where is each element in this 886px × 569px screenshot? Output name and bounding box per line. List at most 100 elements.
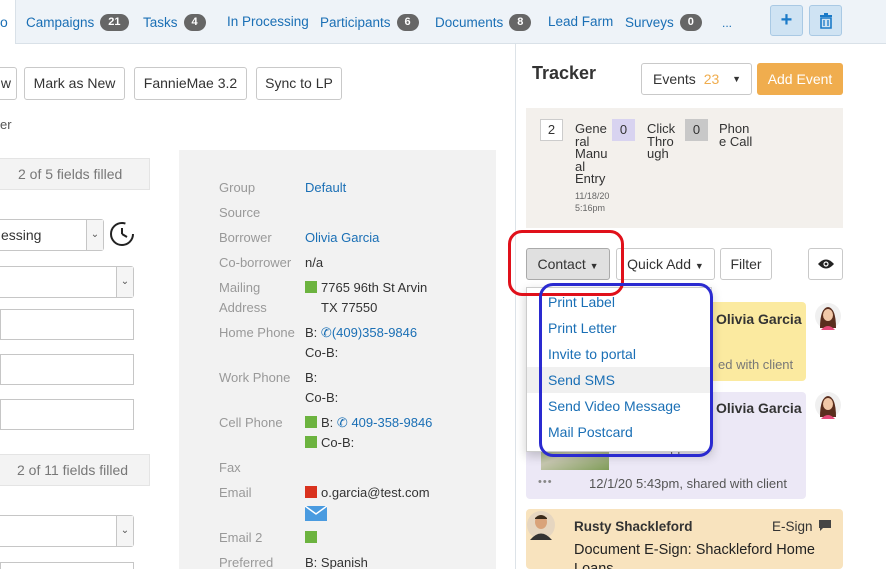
- mailing-line1-text: 7765 96th St Arvin: [321, 280, 428, 295]
- chevron-down-icon: ⌄: [86, 220, 103, 250]
- eye-button[interactable]: [808, 248, 843, 280]
- delete-button[interactable]: [809, 5, 842, 36]
- work-phone-b: B:: [305, 370, 318, 385]
- email-value[interactable]: o.garcia@test.com: [321, 485, 430, 500]
- event-general-line: Entry: [575, 171, 606, 186]
- fanniemae-button[interactable]: FannieMae 3.2: [134, 67, 247, 100]
- tab-in-processing-label: In Processing: [227, 14, 309, 29]
- add-button[interactable]: +: [770, 5, 803, 36]
- mailing-label-2: Address: [219, 300, 267, 315]
- panel-divider: [515, 44, 516, 569]
- coborrower-label: Co-borrower: [219, 255, 292, 270]
- events-select[interactable]: Events 23 ▼: [641, 63, 752, 95]
- mailing-label-1: Mailing: [219, 280, 261, 295]
- add-event-button[interactable]: Add Event: [757, 63, 843, 95]
- quick-add-button[interactable]: Quick Add ▼: [616, 248, 715, 280]
- partial-text: er: [0, 117, 12, 132]
- tab-documents-label: Documents: [435, 15, 504, 30]
- tab-tasks[interactable]: Tasks 4: [143, 14, 206, 31]
- cell-phone-cob: Co-B:: [305, 433, 354, 453]
- tab-more[interactable]: ...: [722, 16, 732, 30]
- home-phone-label: Home Phone: [219, 325, 295, 340]
- tab-participants[interactable]: Participants 6: [320, 14, 419, 31]
- events-label: Events: [653, 71, 696, 87]
- preferred-label: Preferred: [219, 555, 274, 569]
- partial-button-label: w: [0, 75, 11, 91]
- fax-label: Fax: [219, 460, 241, 475]
- tab-campaigns[interactable]: Campaigns 21: [26, 14, 129, 31]
- status-select[interactable]: essing ⌄: [0, 219, 104, 251]
- event-general-date: 11/18/20 5:16pm: [575, 190, 609, 214]
- mark-as-new-button[interactable]: Mark as New: [24, 67, 125, 100]
- email2-label: Email 2: [219, 530, 263, 545]
- input-field-1[interactable]: [0, 309, 134, 340]
- verified-icon: [305, 436, 317, 448]
- partial-button[interactable]: w: [0, 67, 17, 100]
- select-field-2[interactable]: ⌄: [0, 266, 134, 298]
- verified-icon: [305, 416, 317, 428]
- trash-icon: [819, 13, 832, 29]
- phone-icon: ✆: [336, 415, 348, 430]
- top-navigation: o Campaigns 21 Tasks 4 In Processing Parti…: [0, 0, 886, 44]
- event-count-phone[interactable]: 0: [685, 119, 708, 141]
- card3-text-2: Loans: [574, 561, 614, 569]
- tab-campaigns-label: Campaigns: [26, 15, 95, 30]
- tab-surveys[interactable]: Surveys 0: [625, 14, 702, 31]
- fields-filled-bar-2: 2 of 11 fields filled: [0, 454, 150, 486]
- tab-lead-farm[interactable]: Lead Farm: [548, 14, 613, 29]
- card2-name: Olivia Garcia: [716, 400, 802, 416]
- event-phone-label: Phon e Call: [719, 122, 753, 149]
- input-field-3[interactable]: [0, 399, 134, 430]
- tab-in-processing[interactable]: In Processing: [227, 14, 309, 29]
- home-phone-b: B: ✆(409)358-9846: [305, 323, 417, 343]
- clock-icon[interactable]: [108, 220, 136, 248]
- chevron-down-icon: ⌄: [116, 267, 133, 297]
- email2-row: [305, 528, 321, 548]
- event-phone-line: e Call: [719, 133, 753, 149]
- more-icon[interactable]: •••: [538, 476, 553, 488]
- input-field-4[interactable]: [0, 562, 134, 569]
- tab-surveys-label: Surveys: [625, 15, 674, 30]
- work-phone-cob: Co-B:: [305, 390, 339, 405]
- card3-type: E-Sign: [772, 519, 813, 534]
- coborrower-value: n/a: [305, 255, 324, 270]
- comment-icon[interactable]: [818, 519, 832, 532]
- tab-active-label: o: [0, 14, 8, 30]
- avatar: [815, 303, 841, 330]
- cell-phone-value[interactable]: 409-358-9846: [351, 415, 432, 430]
- group-value[interactable]: Default: [305, 178, 346, 198]
- tab-campaigns-count: 21: [100, 14, 129, 31]
- event-date: 11/18/20: [575, 191, 610, 201]
- sync-to-lp-button[interactable]: Sync to LP: [256, 67, 342, 100]
- avatar: [527, 511, 555, 540]
- tab-active[interactable]: o: [0, 0, 16, 44]
- envelope-icon[interactable]: [305, 506, 327, 521]
- home-phone-value[interactable]: (409)358-9846: [332, 325, 417, 340]
- event-general-label: Gene ral Manu al Entry: [575, 122, 608, 186]
- work-phone-label: Work Phone: [219, 370, 291, 385]
- card2-meta: 12/1/20 5:43pm, shared with client: [589, 476, 788, 491]
- tab-participants-count: 6: [396, 14, 419, 31]
- fields-filled-2: 2 of 11 fields filled: [17, 462, 129, 478]
- event-click-label: Click Thro ugh: [647, 122, 675, 161]
- tab-participants-label: Participants: [320, 15, 391, 30]
- select-field-3[interactable]: ⌄: [0, 515, 134, 547]
- source-label: Source: [219, 205, 261, 220]
- cell-b-prefix: B:: [321, 415, 334, 430]
- borrower-value[interactable]: Olivia Garcia: [305, 228, 379, 248]
- tracker-card-3[interactable]: [526, 509, 843, 569]
- event-count-click[interactable]: 0: [612, 119, 635, 141]
- card3-text: Document E-Sign: Shackleford Home: [574, 542, 815, 558]
- fields-filled-bar-1: 2 of 5 fields filled: [0, 158, 150, 190]
- unverified-icon: [305, 486, 317, 498]
- event-count-general[interactable]: 2: [540, 119, 563, 141]
- filter-button[interactable]: Filter: [720, 248, 772, 280]
- tab-documents-count: 8: [509, 14, 532, 31]
- verified-icon: [305, 281, 317, 293]
- input-field-2[interactable]: [0, 354, 134, 385]
- quick-add-label: Quick Add: [627, 256, 691, 272]
- tab-documents[interactable]: Documents 8: [435, 14, 532, 31]
- tracker-title: Tracker: [532, 63, 597, 83]
- fields-filled-1: 2 of 5 fields filled: [18, 166, 123, 182]
- events-count: 23: [703, 71, 720, 87]
